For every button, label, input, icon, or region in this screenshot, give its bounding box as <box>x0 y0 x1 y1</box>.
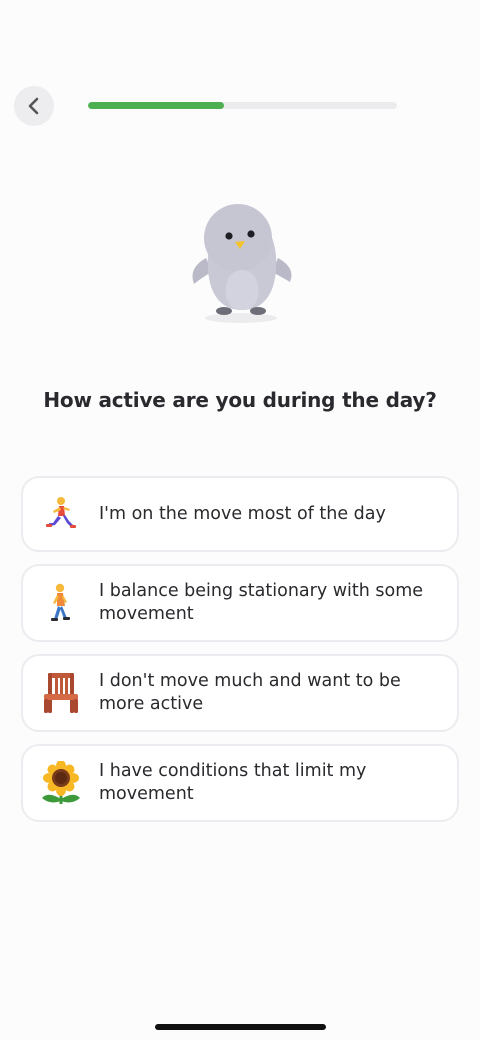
question-title: How active are you during the day? <box>43 388 437 412</box>
option-label: I don't move much and want to be more ac… <box>99 671 401 714</box>
walking-person-icon <box>23 583 99 623</box>
home-indicator <box>155 1024 326 1030</box>
progress-bar <box>88 102 397 109</box>
option-label: I have conditions that limit my movement <box>99 761 367 804</box>
option-move-most-of-day[interactable]: I'm on the move most of the day <box>21 476 459 552</box>
option-label: I'm on the move most of the day <box>99 503 386 524</box>
chair-icon <box>23 671 99 715</box>
chevron-left-icon <box>28 97 39 115</box>
option-conditions-limit[interactable]: I have conditions that limit my movement <box>21 744 459 822</box>
progress-fill <box>88 102 224 109</box>
penguin-mascot <box>192 204 292 323</box>
option-label: I balance being stationary with some mov… <box>99 581 424 624</box>
option-dont-move-much[interactable]: I don't move much and want to be more ac… <box>21 654 459 732</box>
onboarding-screen: How active are you during the day? I'm o… <box>0 0 480 1040</box>
sunflower-icon <box>23 761 99 805</box>
running-person-icon <box>23 496 99 532</box>
option-balance-stationary[interactable]: I balance being stationary with some mov… <box>21 564 459 642</box>
back-button[interactable] <box>14 86 54 126</box>
